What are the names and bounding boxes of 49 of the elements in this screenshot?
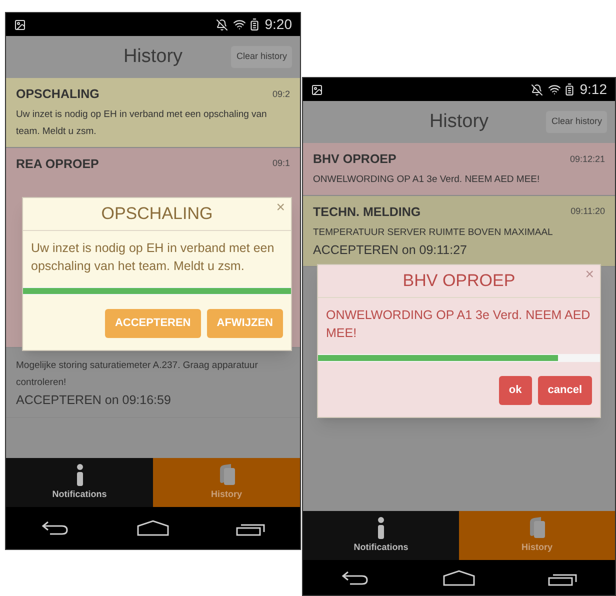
item-status: ACCEPTEREN on 09:11:27 <box>313 242 468 258</box>
dialog-button[interactable]: cancel <box>538 376 592 404</box>
close-button[interactable]: × <box>585 267 594 282</box>
dialog-message: ONWELWORDING OP A1 3e Verd. NEEM AED MEE! <box>325 306 592 342</box>
item-time: 09:11:20 <box>570 205 605 218</box>
status-time: 9:20 <box>264 15 292 34</box>
item-message: TEMPERATUUR SERVER RUIMTE BOVEN MAXIMAAL <box>313 226 554 240</box>
info-icon <box>377 516 385 539</box>
item-message: Mogelijke storing saturatiemeter A.237. Graag apparatuur controleren! <box>16 359 259 390</box>
dialog-title: OPSCHALING <box>101 203 213 225</box>
cards-icon <box>527 516 547 539</box>
battery-icon <box>248 18 261 31</box>
dialog-button[interactable]: ok <box>498 376 532 404</box>
muted-icon <box>216 18 228 30</box>
clear-history-button[interactable]: Clear history <box>231 46 292 68</box>
status-time: 9:12 <box>580 80 607 99</box>
tab[interactable]: History <box>459 511 615 560</box>
header-title: History <box>429 110 489 134</box>
tab[interactable]: History <box>153 458 300 507</box>
dialog-message: Uw inzet is nodig op EH in verband met een opschaling van het team. Meldt u zsm. <box>30 240 276 275</box>
item-time: 09:2 <box>272 88 290 101</box>
item-title: OPSCHALING <box>16 86 100 103</box>
item-message: Uw inzet is nodig op EH in verband met een opschaling van team. Meldt u zsm. <box>16 108 268 139</box>
tab[interactable]: Notifications <box>6 458 153 507</box>
item-time: 09:1 <box>272 157 290 170</box>
item-title: REA OPROEP <box>16 156 99 173</box>
muted-icon <box>530 84 543 96</box>
history-item[interactable]: TECHN. MELDING 09:11:20 TEMPERATUUR SERVER RUIMTE BOVEN MAXIMAAL ACCEPTEREN on 09:11:27 <box>303 196 615 268</box>
info-icon <box>76 464 84 486</box>
history-item[interactable]: REA OPROEP 09:1 <box>6 148 300 180</box>
item-message: ONWELWORDING OP A1 3e Verd. NEEM AED MEE! <box>313 172 541 187</box>
clear-history-button[interactable]: Clear history <box>546 111 607 133</box>
history-item[interactable]: BHV OPROEP 09:12:21 ONWELWORDING OP A1 3e Verd. NEEM AED MEE! <box>303 143 615 196</box>
back-icon[interactable] <box>40 520 70 536</box>
battery-icon <box>562 83 576 96</box>
item-title: BHV OPROEP <box>313 151 396 168</box>
close-button[interactable]: × <box>276 200 285 215</box>
image-icon <box>311 84 323 96</box>
home-icon[interactable] <box>136 520 169 536</box>
home-icon[interactable] <box>442 570 475 586</box>
back-icon[interactable] <box>340 570 370 586</box>
item-title: TECHN. MELDING <box>313 204 421 221</box>
image-icon <box>14 18 26 30</box>
dialog-title: BHV OPROEP <box>402 270 516 292</box>
header-title: History <box>123 44 183 69</box>
tab[interactable]: Notifications <box>303 511 459 560</box>
history-item[interactable]: OPSCHALING 09:2 Uw inzet is nodig op EH in verband met een opschaling van team. Meldt u zsm. <box>6 78 300 148</box>
item-time: 09:12:21 <box>570 152 605 166</box>
item-status: ACCEPTEREN on 09:16:59 <box>16 392 172 410</box>
